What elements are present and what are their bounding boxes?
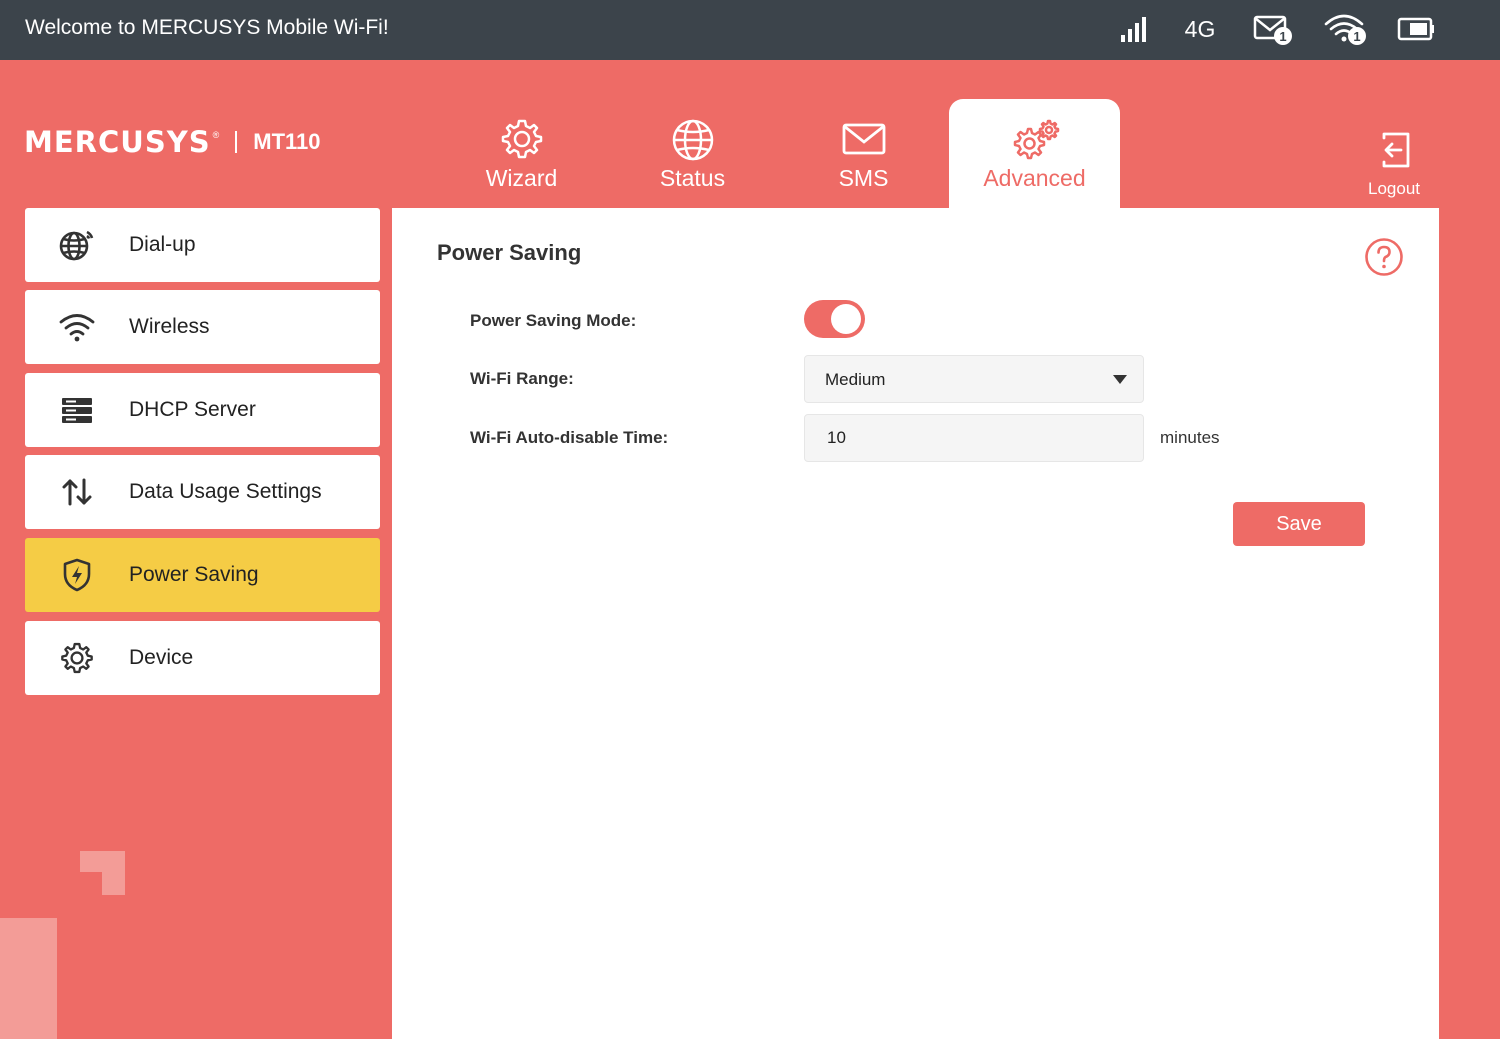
gear-icon xyxy=(500,117,544,166)
signal-strength-icon xyxy=(1116,12,1150,46)
brand-divider xyxy=(235,131,238,153)
save-button[interactable]: Save xyxy=(1233,502,1365,546)
tab-status[interactable]: Status xyxy=(607,99,778,208)
sidebar-item-label: Power Saving xyxy=(129,563,259,586)
tab-label: Status xyxy=(659,165,726,191)
power-saving-mode-label: Power Saving Mode: xyxy=(470,311,637,330)
tab-label: Advanced xyxy=(983,165,1086,191)
auto-disable-time-label: Wi-Fi Auto-disable Time: xyxy=(470,428,669,447)
chevron-down-icon xyxy=(1113,375,1127,384)
shield-bolt-icon xyxy=(25,558,129,592)
welcome-text: Welcome to MERCUSYS Mobile Wi-Fi! xyxy=(25,16,389,39)
brand-logo: MERCUSYS xyxy=(24,125,211,159)
help-icon[interactable] xyxy=(1364,237,1404,282)
tab-label: Wizard xyxy=(485,165,558,191)
logout-icon xyxy=(1374,132,1414,174)
tab-advanced[interactable]: Advanced xyxy=(949,99,1120,208)
auto-disable-unit: minutes xyxy=(1160,428,1220,447)
toggle-knob xyxy=(831,304,861,334)
brand-trademark: ® xyxy=(212,130,220,140)
sidebar-item-data-usage-settings[interactable]: Data Usage Settings xyxy=(25,455,380,529)
sidebar-item-label: Dial-up xyxy=(129,233,196,256)
tab-wizard[interactable]: Wizard xyxy=(436,99,607,208)
sidebar-item-power-saving[interactable]: Power Saving xyxy=(25,538,380,612)
gears-icon xyxy=(1008,119,1062,168)
sidebar-item-dial-up[interactable]: Dial-up xyxy=(25,208,380,282)
decoration-notch xyxy=(80,872,102,895)
wifi-clients-icon[interactable]: 1 xyxy=(1322,12,1370,46)
brand: MERCUSYS ® MT110 xyxy=(24,124,321,160)
auto-disable-time-input[interactable] xyxy=(804,414,1144,462)
wifi-range-value: Medium xyxy=(825,370,886,389)
tab-label: SMS xyxy=(838,165,889,191)
power-saving-mode-toggle[interactable] xyxy=(804,300,865,338)
decoration-block xyxy=(0,918,57,1039)
server-icon xyxy=(25,395,129,425)
model-name: MT110 xyxy=(253,129,321,154)
logout-button[interactable]: Logout xyxy=(1358,130,1430,199)
sms-status-icon[interactable]: 1 xyxy=(1252,12,1296,46)
sidebar-item-device[interactable]: Device xyxy=(25,621,380,695)
sidebar-item-label: Data Usage Settings xyxy=(129,480,322,503)
wifi-clients-badge: 1 xyxy=(1353,29,1360,44)
up-down-arrows-icon xyxy=(25,477,129,507)
content-panel: Power Saving Power Saving Mode: Wi-Fi Ra… xyxy=(392,208,1439,1039)
envelope-icon xyxy=(841,121,887,162)
sidebar-item-label: Device xyxy=(129,646,194,669)
sidebar-item-dhcp-server[interactable]: DHCP Server xyxy=(25,373,380,447)
logout-label: Logout xyxy=(1368,179,1420,198)
sidebar-item-wireless[interactable]: Wireless xyxy=(25,290,380,364)
battery-icon xyxy=(1396,12,1436,46)
page-title: Power Saving xyxy=(437,240,582,265)
wifi-icon xyxy=(25,312,129,342)
globe-signal-icon xyxy=(25,228,129,262)
wifi-range-label: Wi-Fi Range: xyxy=(470,369,574,388)
network-type: 4G xyxy=(1184,15,1216,42)
globe-icon xyxy=(670,117,716,168)
wifi-range-select[interactable]: Medium xyxy=(804,355,1144,403)
sidebar-item-label: Wireless xyxy=(129,315,210,338)
sms-count-badge: 1 xyxy=(1279,29,1286,44)
sidebar-item-label: DHCP Server xyxy=(129,398,256,421)
status-bar: Welcome to MERCUSYS Mobile Wi-Fi! 4G 1 1 xyxy=(0,0,1500,60)
gear-icon xyxy=(25,641,129,675)
tab-sms[interactable]: SMS xyxy=(778,99,949,208)
